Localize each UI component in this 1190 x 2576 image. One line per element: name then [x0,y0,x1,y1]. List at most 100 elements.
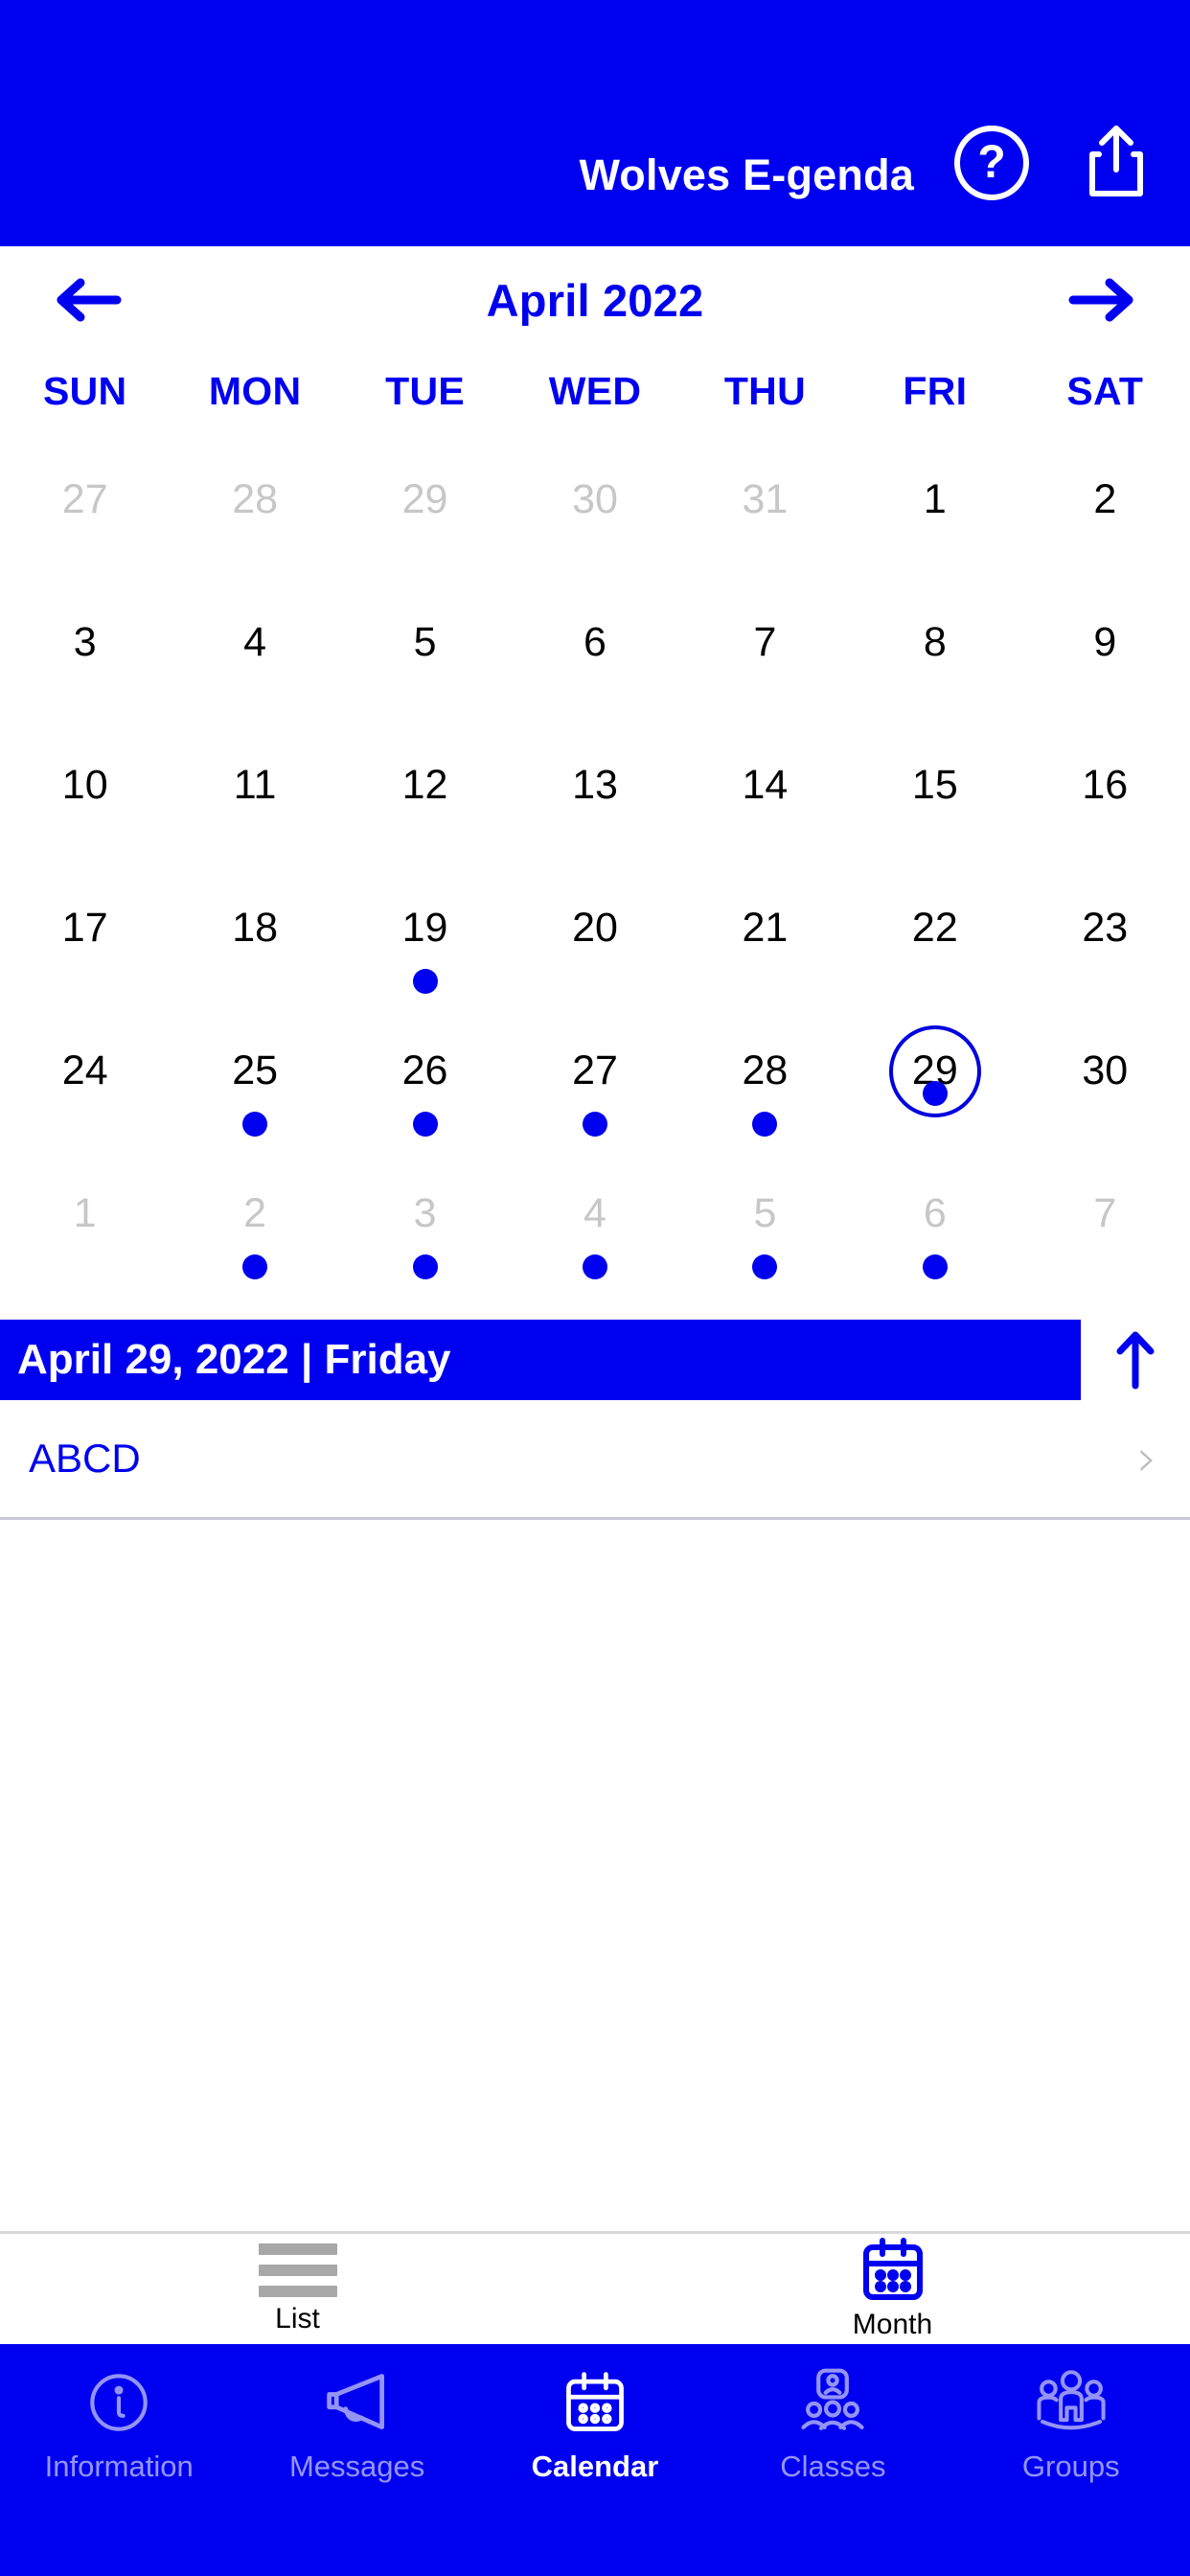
calendar-day-cell[interactable]: 6 [510,579,679,722]
tab-calendar-label: Calendar [531,2450,659,2483]
calendar-day-cell[interactable]: 5 [680,1151,850,1294]
list-item[interactable]: ABCD › [0,1400,1190,1520]
tab-groups[interactable]: Groups [952,2365,1190,2484]
calendar-day-cell[interactable]: 6 [850,1151,1019,1294]
calendar-day-number: 16 [1082,761,1129,808]
calendar-day-cell[interactable]: 22 [850,865,1019,1008]
calendar-day-cell[interactable]: 26 [340,1008,510,1151]
calendar-day-number: 19 [401,905,448,951]
calendar-day-number: 31 [742,475,789,522]
calendar-day-cell[interactable]: 1 [0,1151,170,1294]
calendar-day-number: 30 [1082,1047,1129,1094]
arrow-left-icon[interactable] [54,275,123,325]
calendar-day-cell[interactable]: 2 [1020,436,1190,579]
calendar-day-cell[interactable]: 23 [1020,865,1190,1008]
app-header: Wolves E-genda ? [0,0,1190,246]
calendar-day-number: 7 [1093,1190,1117,1237]
arrow-right-icon[interactable] [1067,275,1136,325]
calendar-day-cell[interactable]: 3 [0,579,170,722]
calendar-day-cell[interactable]: 25 [170,1008,339,1151]
app-screen: Wolves E-genda ? April 2022 SUN MON TUE WED… [0,0,1190,2576]
calendar-day-cell[interactable]: 28 [680,1008,850,1151]
calendar-day-number: 7 [753,618,777,665]
calendar-day-cell[interactable]: 17 [0,865,170,1008]
calendar-day-number: 27 [61,475,108,522]
page-title: Wolves E-genda [579,150,914,199]
weekday-label-wed: WED [548,368,642,413]
help-icon-glyph: ? [977,137,1006,188]
calendar-day-cell[interactable]: 1 [850,436,1019,579]
calendar-day-cell[interactable]: 27 [510,1008,679,1151]
view-switcher-month[interactable]: Month [595,2237,1190,2341]
calendar-day-cell[interactable]: 21 [680,865,850,1008]
tab-information[interactable]: Information [0,2365,238,2484]
calendar-day-cell[interactable]: 28 [170,436,339,579]
weekday-label-tue: TUE [385,368,466,413]
calendar-day-number: 23 [1082,905,1129,951]
calendar-day-number: 21 [742,905,789,951]
view-switcher: List Month [0,2231,1190,2344]
event-dot-indicator [752,1254,778,1279]
calendar-day-cell[interactable]: 13 [510,722,679,864]
month-navigation: April 2022 [0,246,1190,354]
calendar-day-cell[interactable]: 3 [340,1151,510,1294]
tab-calendar[interactable]: Calendar [476,2365,714,2484]
calendar-icon [558,2365,632,2440]
calendar-day-cell[interactable]: 5 [340,579,510,722]
calendar-day-cell[interactable]: 8 [850,579,1019,722]
list-lines-icon [258,2242,337,2297]
arrow-up-icon [1113,1330,1157,1390]
calendar-day-cell[interactable]: 2 [170,1151,339,1294]
event-dot-indicator [582,1111,607,1137]
calendar-day-cell[interactable]: 14 [680,722,850,864]
calendar-day-number: 18 [232,905,279,951]
calendar-day-cell[interactable]: 30 [510,436,679,579]
event-dot-indicator [242,1111,268,1137]
selected-date-row: April 29, 2022 | Friday [0,1320,1190,1400]
weekday-label-fri: FRI [903,368,968,413]
calendar-day-cell[interactable]: 31 [680,436,850,579]
selected-date-bar[interactable]: April 29, 2022 | Friday [0,1320,1081,1400]
view-switcher-list-label: List [275,2302,320,2334]
view-switcher-list[interactable]: List [0,2242,595,2335]
calendar-day-cell[interactable]: 19 [340,865,510,1008]
calendar-day-cell[interactable]: 24 [0,1008,170,1151]
event-dot-indicator [412,1111,438,1137]
weekday-label-sun: SUN [42,368,127,413]
calendar-day-number: 9 [1093,618,1117,665]
calendar-day-cell[interactable]: 9 [1020,579,1190,722]
calendar-day-cell[interactable]: 15 [850,722,1019,864]
calendar-day-cell[interactable]: 7 [1020,1151,1190,1294]
calendar-day-cell[interactable]: 29 [340,436,510,579]
calendar-day-cell[interactable]: 4 [170,579,339,722]
calendar-day-number: 22 [911,905,958,951]
megaphone-icon [320,2365,395,2440]
weekday-label-thu: THU [723,368,806,413]
weekday-header: SUN MON TUE WED THU FRI SAT [0,354,1190,428]
calendar-day-cell[interactable]: 11 [170,722,339,864]
calendar-day-cell[interactable]: 20 [510,865,679,1008]
event-dot-indicator [922,1080,948,1106]
calendar-day-cell[interactable]: 29 [850,1008,1019,1151]
calendar-day-number: 28 [232,475,279,522]
calendar-day-cell[interactable]: 7 [680,579,850,722]
calendar-day-cell[interactable]: 12 [340,722,510,864]
tab-information-label: Information [44,2450,194,2483]
help-icon[interactable]: ? [954,126,1029,200]
calendar-day-cell[interactable]: 27 [0,436,170,579]
tab-classes-label: Classes [780,2450,886,2483]
info-circle-icon [81,2365,156,2440]
calendar-day-cell[interactable]: 4 [510,1151,679,1294]
calendar-day-number: 12 [401,761,448,808]
tab-classes[interactable]: Classes [714,2365,951,2484]
collapse-button[interactable] [1081,1330,1190,1390]
calendar-day-cell[interactable]: 30 [1020,1008,1190,1151]
calendar-day-number: 17 [61,905,108,951]
calendar-day-number: 25 [232,1047,279,1094]
share-upload-icon[interactable] [1083,122,1150,200]
calendar-day-cell[interactable]: 10 [0,722,170,864]
calendar-day-cell[interactable]: 18 [170,865,339,1008]
tab-messages[interactable]: Messages [238,2365,475,2484]
calendar-day-number: 29 [401,475,448,522]
calendar-day-cell[interactable]: 16 [1020,722,1190,864]
